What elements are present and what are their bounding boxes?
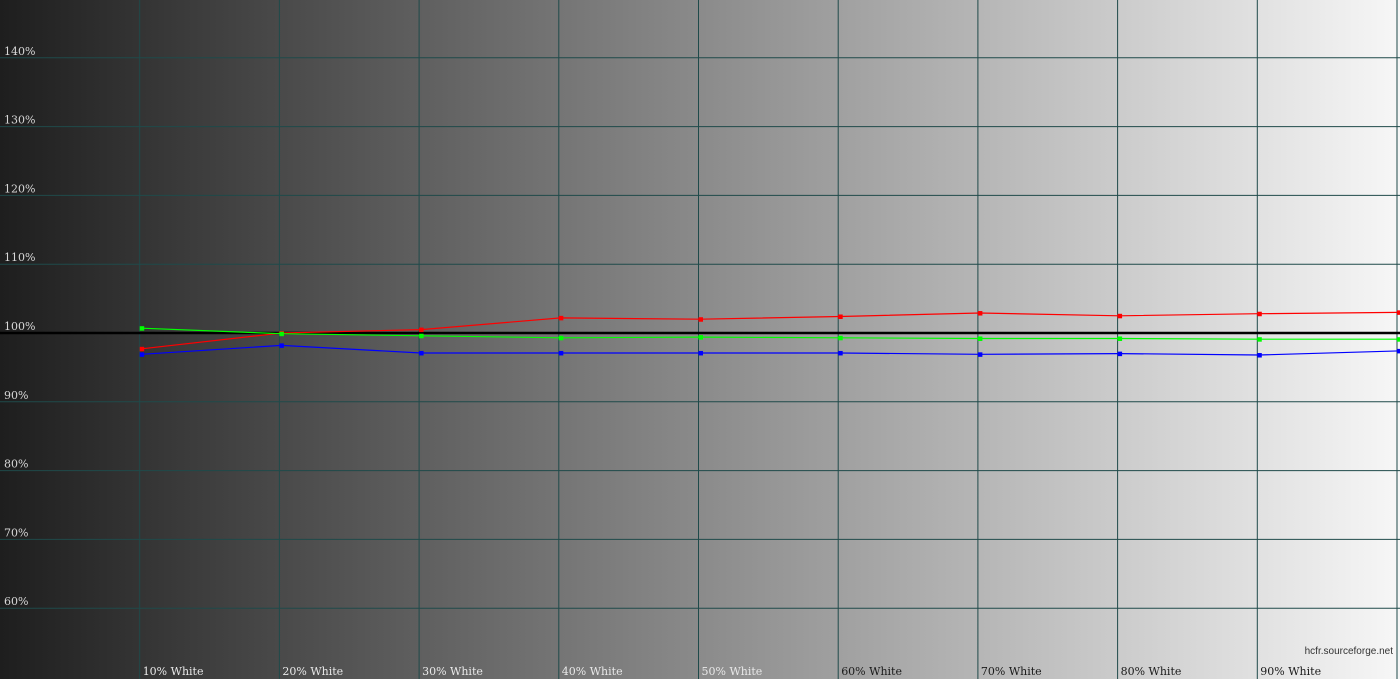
series-point [977,311,983,316]
series-point [1117,351,1123,357]
x-tick-label: 40% White [562,665,623,678]
series-point [279,343,284,348]
series-point [139,326,145,331]
series-point [838,335,843,341]
series-point [698,317,703,322]
y-tick-label: 100% [4,320,35,333]
y-tick-label: 90% [4,389,28,402]
series-point [419,350,424,356]
rgb-balance-chart: 60% 70% 80% 90% 100% 110% 120% 130% 140% 10% Whi… [0,0,1400,679]
x-tick-label: 20% White [282,665,343,678]
y-tick-label: 130% [4,114,35,127]
x-tick-label: 60% White [841,665,902,678]
series-point [838,350,843,356]
series-point [419,333,424,339]
series-point [1257,311,1262,317]
series-point [1257,337,1262,342]
x-tick-label: 90% White [1260,665,1321,678]
x-tick-label: 80% White [1121,665,1182,678]
series-point [279,331,284,337]
series-point [977,352,983,357]
y-tick-label: 70% [4,526,28,539]
y-tick-label: 80% [4,458,28,471]
series-point [558,315,564,321]
series-point [1117,336,1123,342]
series-point [698,350,703,356]
x-tick-label: 10% White [143,665,204,678]
y-tick-label: 120% [4,182,35,195]
y-tick-label: 60% [4,595,28,608]
series-point [419,327,424,333]
series-point [139,352,145,357]
watermark: hcfr.sourceforge.net [1305,646,1394,657]
x-tick-label: 30% White [422,665,483,678]
series-point [698,335,703,340]
series-point [558,335,564,341]
y-tick-label: 110% [4,251,35,264]
y-tick-label: 140% [4,45,35,58]
series-point [977,336,983,342]
series-point [1257,353,1262,358]
series-point [558,350,564,356]
series-point [838,314,843,319]
x-tick-label: 50% White [702,665,763,678]
series-point [1117,313,1123,319]
x-tick-label: 70% White [981,665,1042,678]
series-point [139,346,145,352]
